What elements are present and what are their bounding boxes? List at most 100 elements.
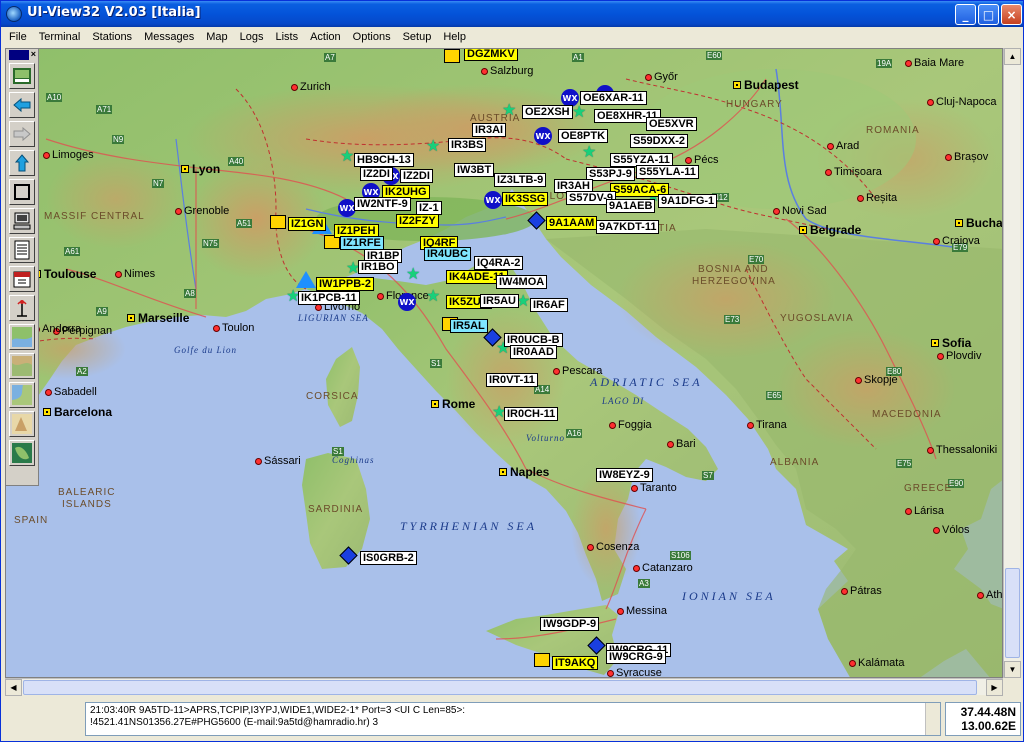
digipeater-star-icon[interactable]: ★ bbox=[582, 145, 596, 161]
station-callsign-label[interactable]: OE8PTK bbox=[558, 129, 609, 143]
diamond-station-icon[interactable] bbox=[527, 211, 546, 230]
station-callsign-label[interactable]: 9A7KDT-11 bbox=[596, 220, 660, 234]
map-3-tool[interactable] bbox=[9, 382, 35, 408]
station-callsign-label[interactable]: S59DXX-2 bbox=[630, 134, 688, 148]
minimize-button[interactable]: _ bbox=[955, 4, 976, 25]
station-callsign-label[interactable]: IZ2DI bbox=[360, 167, 393, 181]
menu-action[interactable]: Action bbox=[304, 28, 347, 46]
station-callsign-label[interactable]: 9A1AEB bbox=[606, 199, 656, 213]
station-callsign-label[interactable]: IW9CRG-9 bbox=[606, 650, 666, 664]
station-callsign-label[interactable]: DGZMKV bbox=[464, 49, 518, 61]
menu-help[interactable]: Help bbox=[437, 28, 472, 46]
station-callsign-label[interactable]: OE6XAR-11 bbox=[580, 91, 647, 105]
menu-logs[interactable]: Logs bbox=[234, 28, 270, 46]
menu-lists[interactable]: Lists bbox=[269, 28, 304, 46]
station-callsign-label[interactable]: IW2NTF-9 bbox=[354, 197, 411, 211]
map-2-tool[interactable] bbox=[9, 353, 35, 379]
station-callsign-label[interactable]: IW8EYZ-9 bbox=[596, 468, 653, 482]
toolbar-close-button[interactable]: × bbox=[31, 49, 36, 61]
station-callsign-label[interactable]: IW4MOA bbox=[496, 275, 548, 289]
scroll-left-arrow-icon[interactable]: ◀ bbox=[5, 679, 22, 696]
station-callsign-label[interactable]: IZ1RFE bbox=[340, 236, 384, 250]
scroll-right-arrow-icon[interactable]: ▶ bbox=[986, 679, 1003, 696]
menu-setup[interactable]: Setup bbox=[397, 28, 438, 46]
station-callsign-label[interactable]: IR5AL bbox=[450, 319, 488, 333]
maximize-button[interactable]: □ bbox=[978, 4, 999, 25]
station-callsign-label[interactable]: HB9CH-13 bbox=[354, 153, 414, 167]
toolbar-grip[interactable] bbox=[8, 50, 29, 60]
station-callsign-label[interactable]: IR3BS bbox=[448, 138, 487, 152]
station-callsign-label[interactable]: IR3AI bbox=[472, 123, 507, 137]
house-station-icon[interactable] bbox=[534, 653, 550, 667]
station-callsign-label[interactable]: IZ2FZY bbox=[396, 214, 439, 228]
up-arrow-tool[interactable] bbox=[9, 150, 35, 176]
map-view[interactable]: A7 A1 E60 A71 A10 N9 A40 N7 A9 A61 A2 N75 A8 A51 A14 A1… bbox=[5, 48, 1003, 678]
house-station-icon[interactable] bbox=[270, 215, 286, 229]
scroll-up-arrow-icon[interactable]: ▲ bbox=[1004, 48, 1021, 65]
menu-messages[interactable]: Messages bbox=[138, 28, 200, 46]
forward-arrow-tool[interactable] bbox=[9, 121, 35, 147]
station-callsign-label[interactable]: IT9AKQ bbox=[552, 656, 599, 670]
station-callsign-label[interactable]: IS0GRB-2 bbox=[360, 551, 417, 565]
digipeater-star-icon[interactable]: ★ bbox=[426, 289, 440, 305]
map-select-tool[interactable] bbox=[9, 63, 35, 89]
digipeater-star-icon[interactable]: ★ bbox=[340, 149, 354, 165]
station-callsign-label[interactable]: IR4UBC bbox=[424, 247, 471, 261]
station-callsign-label[interactable]: IZ3LTB-9 bbox=[494, 173, 547, 187]
station-callsign-label[interactable]: IK1PCB-11 bbox=[298, 291, 360, 305]
frame-tool[interactable] bbox=[9, 179, 35, 205]
station-callsign-label[interactable]: IR0AAD bbox=[510, 345, 557, 359]
menu-stations[interactable]: Stations bbox=[86, 28, 138, 46]
station-callsign-label[interactable]: IZ-1 bbox=[416, 201, 442, 215]
wx-station-icon[interactable]: WX bbox=[484, 191, 502, 209]
station-callsign-label[interactable]: S55YLA-11 bbox=[636, 165, 699, 179]
map-horizontal-scrollbar[interactable]: ◀ ▶ bbox=[5, 678, 1003, 696]
digipeater-star-icon[interactable]: ★ bbox=[502, 103, 516, 119]
wx-station-icon[interactable]: WX bbox=[534, 127, 552, 145]
list-tool[interactable] bbox=[9, 237, 35, 263]
menu-map[interactable]: Map bbox=[200, 28, 233, 46]
wx-station-icon[interactable]: WX bbox=[398, 293, 416, 311]
title-bar[interactable]: UI-View32 V2.03 [Italia] _ □ × bbox=[1, 1, 1023, 27]
packet-scrollbar[interactable] bbox=[925, 703, 940, 735]
station-callsign-label[interactable]: 9A1AAM bbox=[546, 216, 598, 230]
digipeater-star-icon[interactable]: ★ bbox=[406, 267, 420, 283]
station-callsign-label[interactable]: IR0CH-11 bbox=[504, 407, 559, 421]
station-callsign-label[interactable]: IW3BT bbox=[454, 163, 495, 177]
vertical-scroll-thumb[interactable] bbox=[1005, 568, 1020, 658]
station-callsign-label[interactable]: IR1BO bbox=[358, 260, 398, 274]
station-callsign-label[interactable]: IW1PPB-2 bbox=[316, 277, 374, 291]
house-station-icon[interactable] bbox=[444, 49, 460, 63]
digipeater-star-icon[interactable]: ★ bbox=[426, 139, 440, 155]
antenna-tool[interactable] bbox=[9, 295, 35, 321]
terminal-tool[interactable] bbox=[9, 208, 35, 234]
station-callsign-label[interactable]: IQ4RA-2 bbox=[474, 256, 524, 270]
diamond-station-icon[interactable] bbox=[339, 546, 358, 565]
menu-file[interactable]: File bbox=[3, 28, 33, 46]
station-callsign-label[interactable]: OE5XVR bbox=[646, 117, 697, 131]
menu-terminal[interactable]: Terminal bbox=[33, 28, 87, 46]
station-callsign-label[interactable]: IZ2DI bbox=[400, 169, 433, 183]
map-5-tool[interactable] bbox=[9, 440, 35, 466]
station-callsign-label[interactable]: OE2XSH bbox=[522, 105, 573, 119]
app-globe-icon[interactable] bbox=[6, 6, 22, 22]
map-1-tool[interactable] bbox=[9, 324, 35, 350]
station-callsign-label[interactable]: 9A1DFG-1 bbox=[658, 194, 718, 208]
horizontal-scroll-thumb[interactable] bbox=[23, 680, 977, 695]
station-callsign-label[interactable]: IR5AU bbox=[480, 294, 520, 308]
digipeater-star-icon[interactable]: ★ bbox=[572, 105, 586, 121]
calendar-tool[interactable] bbox=[9, 266, 35, 292]
packet-monitor[interactable]: 21:03:40R 9A5TD-11>APRS,TCPIP,I3YPJ,WIDE… bbox=[85, 702, 941, 736]
diamond-station-icon[interactable] bbox=[587, 636, 606, 655]
scroll-down-arrow-icon[interactable]: ▼ bbox=[1004, 661, 1021, 678]
station-callsign-label[interactable]: S53PJ-9 bbox=[586, 167, 635, 181]
menu-options[interactable]: Options bbox=[347, 28, 397, 46]
station-callsign-label[interactable]: IK3SSG bbox=[502, 192, 549, 206]
station-callsign-label[interactable]: IR6AF bbox=[530, 298, 568, 312]
station-callsign-label[interactable]: IW9GDP-9 bbox=[540, 617, 600, 631]
tent-triangle-icon[interactable] bbox=[296, 271, 316, 288]
back-arrow-tool[interactable] bbox=[9, 92, 35, 118]
map-4-tool[interactable] bbox=[9, 411, 35, 437]
station-callsign-label[interactable]: IZ1GN bbox=[288, 217, 327, 231]
close-button[interactable]: × bbox=[1001, 4, 1022, 25]
